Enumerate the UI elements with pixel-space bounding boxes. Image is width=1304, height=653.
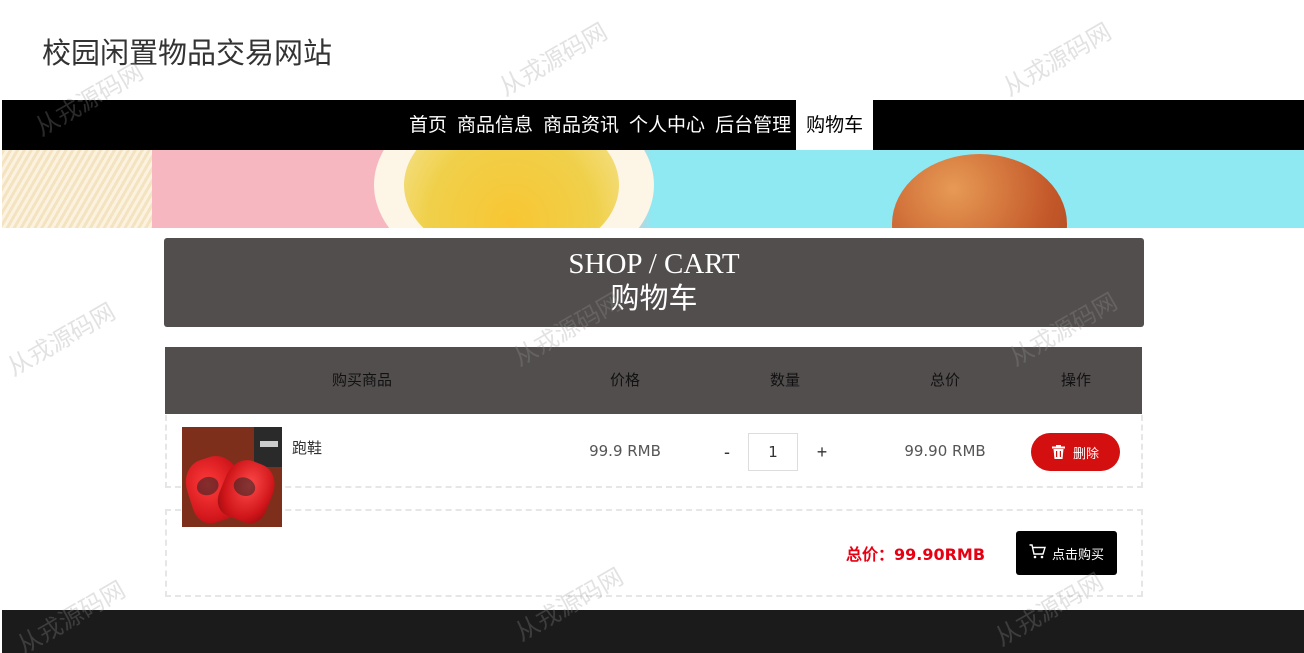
cart-summary [165,509,1143,597]
site-title: 校园闲置物品交易网站 [42,36,333,70]
site-header: 校园闲置物品交易网站 [0,0,1304,100]
cart-total: 总价：99.90RMB [846,545,986,564]
nav-item-admin[interactable]: 后台管理 [710,100,796,150]
main-navbar: 首页 商品信息 商品资讯 个人中心 后台管理 购物车 [2,100,1304,150]
nav-item-profile[interactable]: 个人中心 [624,100,710,150]
banner-spoon [892,154,1067,228]
product-image[interactable] [182,427,282,527]
cart-table-header: 购买商品 价格 数量 总价 操作 [165,347,1142,414]
delete-button[interactable]: 删除 [1031,433,1120,471]
cart-title-en: SHOP / CART [568,248,740,280]
nav-item-products[interactable]: 商品信息 [452,100,538,150]
cart-icon [1029,543,1046,563]
product-subtotal: 99.90 RMB [904,442,986,460]
footer [2,610,1304,653]
quantity-input[interactable] [748,433,798,471]
nav-item-cart[interactable]: 购物车 [796,100,874,150]
column-header-product: 购买商品 [331,371,393,389]
delete-button-label: 删除 [1072,446,1099,462]
quantity-increase-button[interactable]: + [813,438,831,466]
watermark: 从戎源码网 [2,297,121,382]
nav-item-news[interactable]: 商品资讯 [538,100,624,150]
banner-image [2,150,1304,228]
product-name[interactable]: 跑鞋 [292,437,322,458]
product-price: 99.9 RMB [589,442,661,460]
quantity-decrease-button[interactable]: - [719,438,735,466]
buy-button[interactable]: 点击购买 [1016,531,1117,575]
shoe-box [254,427,282,467]
banner-egg [404,150,619,228]
nav-menu: 首页 商品信息 商品资讯 个人中心 后台管理 购物车 [404,100,874,150]
column-header-total: 总价 [929,371,961,389]
cart-header: SHOP / CART 购物车 [164,238,1144,327]
buy-button-label: 点击购买 [1051,547,1104,563]
banner-noodles [2,150,152,228]
nav-item-home[interactable]: 首页 [404,100,452,150]
column-header-action: 操作 [1060,371,1092,389]
column-header-price: 价格 [609,371,641,389]
cart-title-cn: 购物车 [610,281,698,315]
trash-icon [1051,445,1066,459]
column-header-quantity: 数量 [769,371,801,389]
